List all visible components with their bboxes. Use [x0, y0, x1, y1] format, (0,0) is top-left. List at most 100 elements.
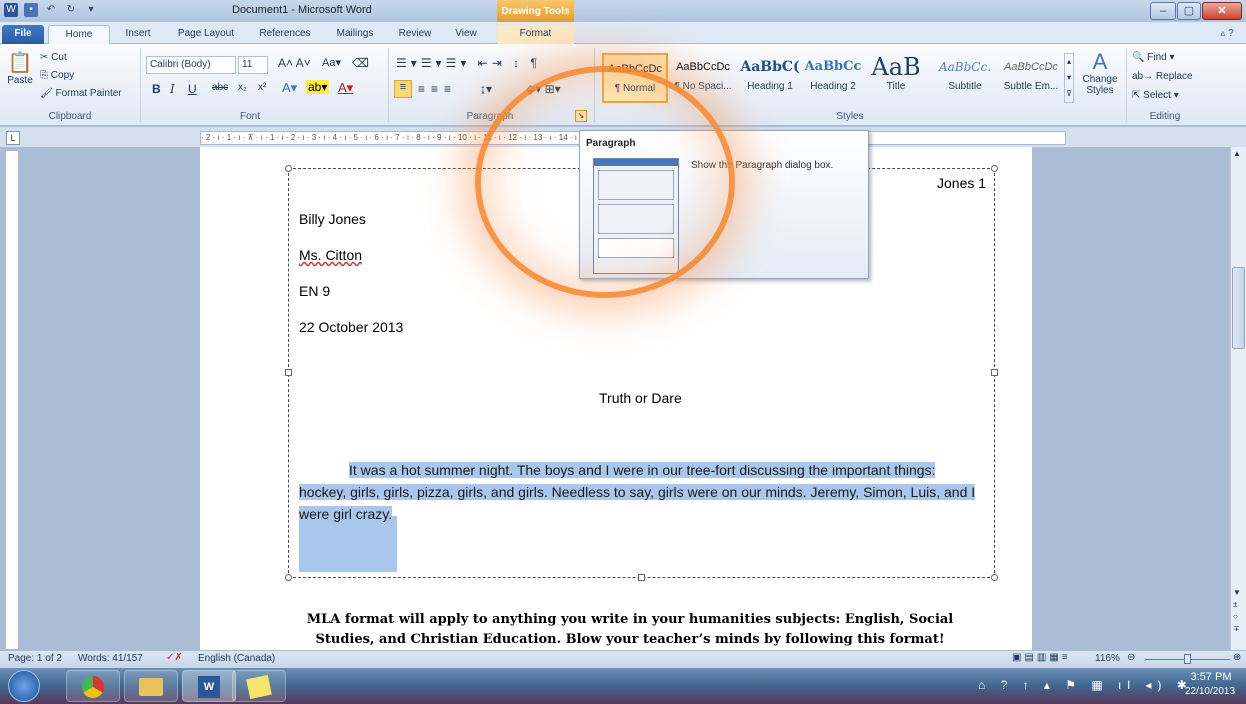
undo-icon[interactable]: ↶	[44, 3, 58, 17]
browse-object-icons[interactable]: ▼ ± ○ ∓	[1233, 587, 1241, 635]
style-label: Heading 1	[747, 81, 793, 92]
language-indicator[interactable]: English (Canada)	[198, 653, 275, 664]
tab-review[interactable]: Review	[392, 25, 438, 44]
redo-icon[interactable]: ↻	[64, 3, 78, 17]
find-button[interactable]: 🔍 Find ▾	[1132, 52, 1175, 63]
start-button[interactable]	[8, 670, 40, 702]
sticky-notes-icon	[246, 674, 272, 700]
style-sample: AaBbCc.	[938, 60, 992, 74]
change-styles-button[interactable]: A Change Styles	[1080, 50, 1120, 97]
view-buttons-icon[interactable]: ▣▤▥▦≡	[1012, 652, 1071, 663]
font-size-select[interactable]: 11	[238, 56, 268, 74]
italic-button[interactable]: I	[170, 82, 175, 96]
maximize-button[interactable]: ▢	[1177, 2, 1201, 20]
copy-label: Copy	[50, 70, 75, 81]
author-name: Billy Jones	[299, 211, 366, 227]
word-icon: W	[198, 676, 220, 698]
tab-file[interactable]: File	[2, 25, 44, 44]
tab-selector-icon[interactable]: L	[6, 131, 20, 145]
paste-button[interactable]: 📋 Paste	[6, 50, 34, 86]
help-icon[interactable]: ▵ ?	[1210, 25, 1244, 44]
superscript-button[interactable]: x²	[258, 82, 266, 93]
copy-button[interactable]: ⎘ Copy	[40, 70, 74, 81]
line-spacing-icon[interactable]: ↨▾	[480, 82, 492, 96]
customize-qat-icon[interactable]: ▾	[84, 3, 98, 17]
word-taskbar-button[interactable]: W	[182, 670, 236, 702]
word-app-icon[interactable]: W	[4, 3, 18, 17]
system-tray-icons[interactable]: ⌂ ? ↑ ▴ ⚑ ▦ ıl ◂) ✱	[978, 678, 1193, 692]
style-title[interactable]: AaB Title	[864, 53, 928, 103]
clock-time[interactable]: 3:57 PM	[1186, 671, 1236, 683]
paste-icon: 📋	[7, 52, 33, 74]
zoom-level[interactable]: 116%	[1095, 653, 1120, 664]
page-count[interactable]: Page: 1 of 2	[8, 653, 62, 664]
alignment-buttons-icon[interactable]: ≡≡≡	[418, 82, 457, 96]
tab-references[interactable]: References	[252, 25, 318, 44]
clock-date[interactable]: 22/10/2013	[1180, 686, 1240, 697]
resize-handle[interactable]	[991, 369, 998, 376]
change-case-icon[interactable]: Aa▾	[322, 56, 341, 69]
explorer-taskbar-button[interactable]	[124, 670, 178, 702]
style-heading-2[interactable]: AaBbCc Heading 2	[804, 53, 862, 103]
scroll-up-icon[interactable]: ▲	[1233, 149, 1241, 158]
proofing-icon[interactable]: ✓✗	[166, 652, 183, 663]
resize-handle[interactable]	[285, 574, 292, 581]
sticky-notes-taskbar-button[interactable]	[232, 670, 286, 702]
list-buttons-icon[interactable]: ☰▾☰▾☰▾ ⇤⇥ ↕ ¶	[396, 56, 541, 70]
font-group-label: Font	[239, 111, 260, 122]
resize-handle[interactable]	[991, 574, 998, 581]
underline-button[interactable]: U	[188, 82, 197, 96]
tab-page-layout[interactable]: Page Layout	[168, 25, 244, 44]
clipboard-group-label: Clipboard	[48, 111, 92, 122]
select-button[interactable]: ⇱ Select ▾	[1132, 90, 1179, 101]
text-effects-icon[interactable]: A▾	[282, 80, 297, 96]
binoculars-icon: 🔍	[1132, 52, 1148, 63]
styles-scroll-icon[interactable]: ▴ ▾ ⊽	[1064, 53, 1074, 103]
zoom-in-icon[interactable]: ⊕	[1233, 652, 1241, 663]
cut-button[interactable]: ✂ Cut	[40, 52, 67, 63]
resize-handle[interactable]	[991, 165, 998, 172]
page-header: Jones 1	[937, 175, 987, 191]
align-left-button[interactable]: ≡	[394, 80, 412, 98]
font-color-icon[interactable]: A▾	[338, 80, 353, 96]
chrome-taskbar-button[interactable]	[66, 670, 120, 702]
font-name-select[interactable]: Calibri (Body)	[146, 56, 236, 74]
highlight-circle	[475, 66, 735, 298]
tab-format[interactable]: Format	[497, 25, 574, 44]
grow-shrink-font-icon[interactable]: A˄ A˅	[278, 56, 311, 70]
ribbon-tab-bar: File Home Insert Page Layout References …	[0, 22, 1246, 44]
style-label: Heading 2	[810, 81, 856, 92]
course-name: EN 9	[299, 283, 331, 299]
strikethrough-button[interactable]: abc	[212, 82, 228, 93]
bold-button[interactable]: B	[152, 82, 161, 96]
contextual-tab-group: Drawing Tools	[497, 0, 574, 22]
tab-insert[interactable]: Insert	[116, 25, 160, 44]
scroll-thumb[interactable]	[1232, 267, 1245, 349]
zoom-out-icon[interactable]: ⊖	[1127, 652, 1135, 663]
separator	[140, 48, 141, 122]
clear-formatting-icon[interactable]: ⌫	[352, 56, 369, 70]
style-subtitle[interactable]: AaBbCc. Subtitle	[932, 53, 998, 103]
save-icon[interactable]: ▪	[24, 3, 38, 17]
replace-button[interactable]: ab→ Replace	[1132, 71, 1193, 82]
resize-handle[interactable]	[285, 369, 292, 376]
resize-handle[interactable]	[285, 165, 292, 172]
essay-paragraph[interactable]: It was a hot summer night. The boys and …	[299, 459, 989, 525]
tab-home[interactable]: Home	[48, 25, 110, 44]
style-heading-1[interactable]: AaBbC( Heading 1	[738, 53, 802, 103]
minimize-button[interactable]: –	[1150, 2, 1176, 20]
subscript-button[interactable]: x₂	[238, 82, 247, 93]
zoom-slider-thumb[interactable]	[1184, 654, 1191, 664]
close-button[interactable]: ✕	[1202, 2, 1242, 20]
vertical-ruler[interactable]	[5, 150, 19, 650]
style-subtle-emphasis[interactable]: AaBbCcDc Subtle Em...	[1000, 53, 1062, 103]
tab-view[interactable]: View	[446, 25, 486, 44]
highlight-color-icon[interactable]: ab▾	[306, 80, 330, 94]
vertical-scrollbar[interactable]: ▲ ▼ ± ○ ∓	[1230, 147, 1246, 650]
tab-mailings[interactable]: Mailings	[326, 25, 384, 44]
format-painter-button[interactable]: 🖌 Format Painter	[40, 88, 122, 99]
word-count[interactable]: Words: 41/157	[78, 653, 143, 664]
paragraph-line: hockey, girls, girls, pizza, girls, and …	[299, 484, 976, 500]
paragraph-line: were girl crazy.	[299, 506, 393, 522]
resize-handle[interactable]	[638, 574, 645, 581]
